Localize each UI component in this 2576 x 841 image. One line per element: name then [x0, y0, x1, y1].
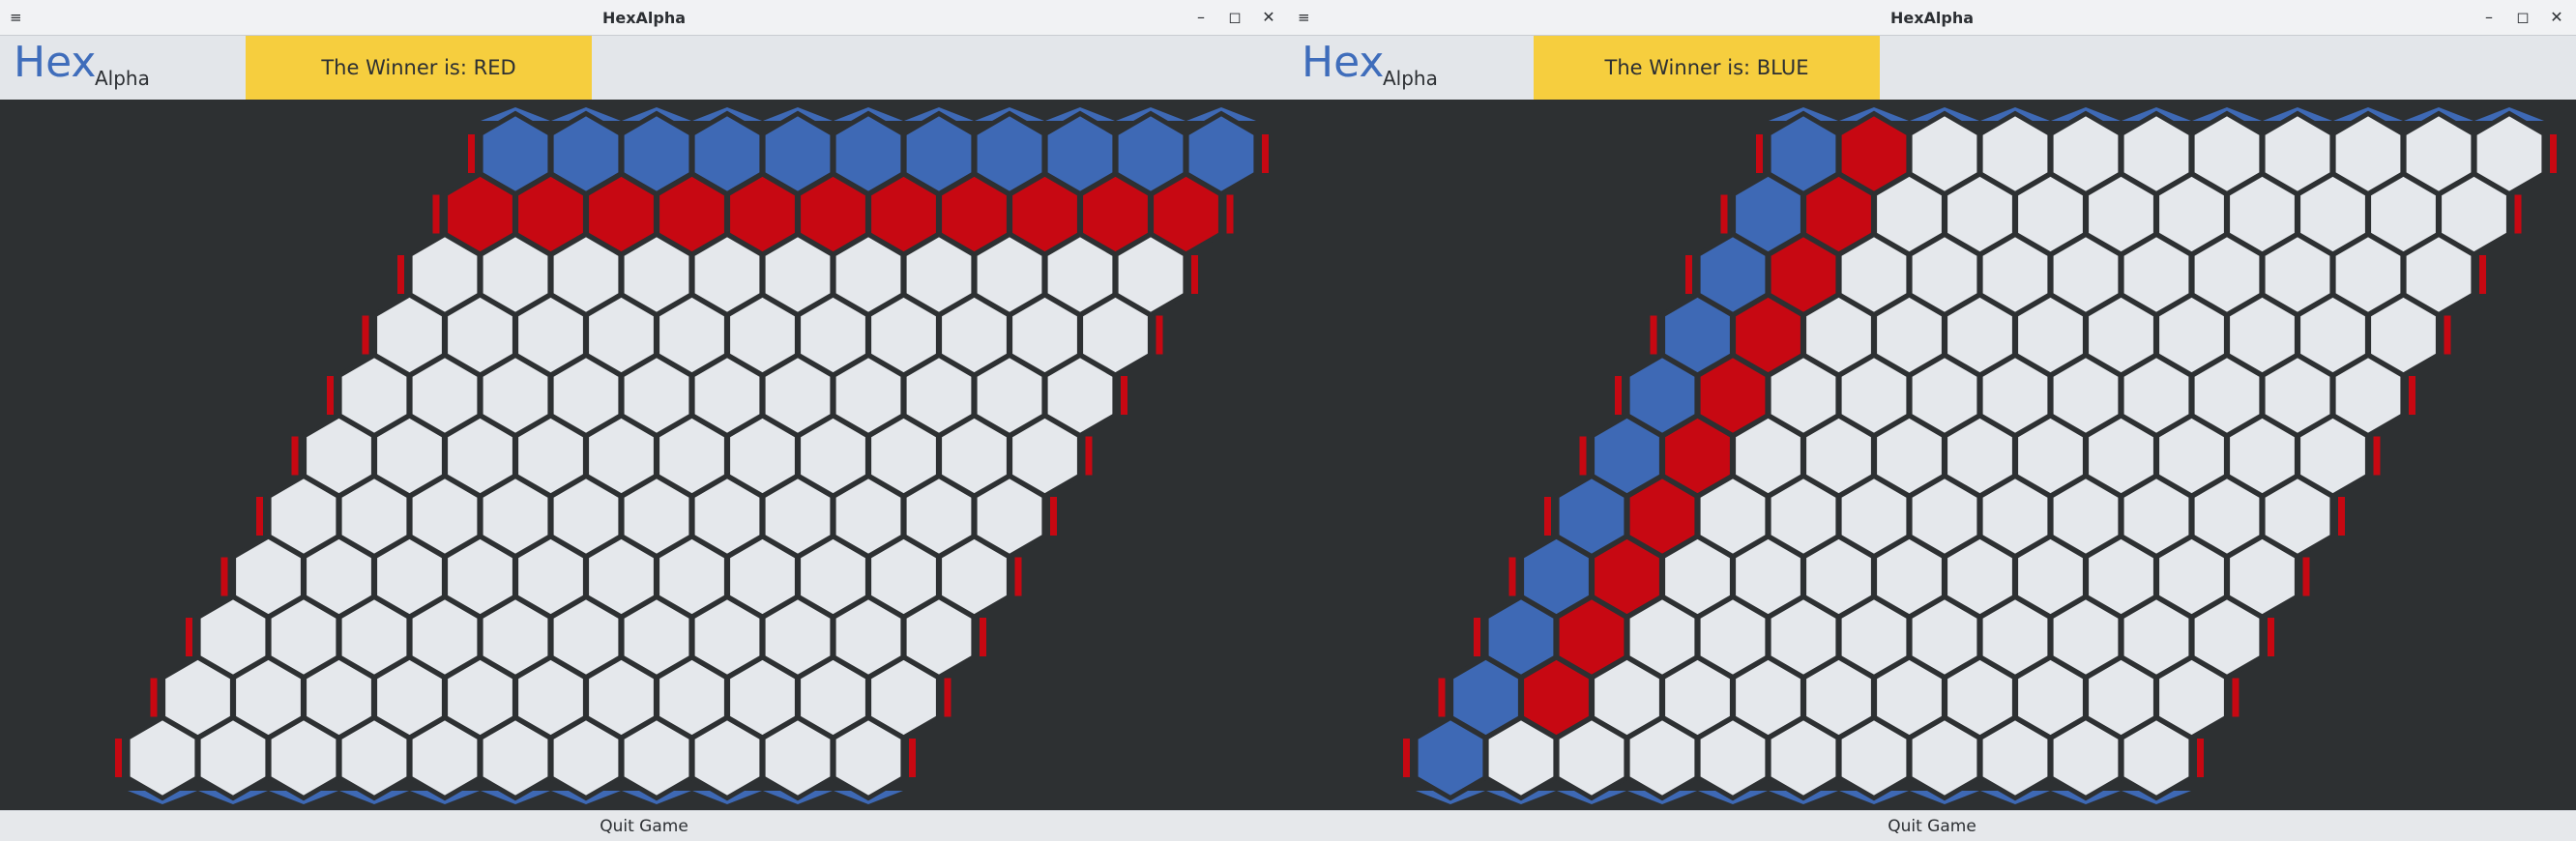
hex-cell-empty[interactable]	[760, 714, 835, 801]
red-edge-marker-right	[1226, 194, 1234, 234]
hex-cell-empty[interactable]	[831, 714, 906, 801]
red-edge-marker-left	[1650, 315, 1657, 355]
red-edge-marker-right	[2268, 618, 2274, 656]
header: Hex Alpha The Winner is: BLUE	[1288, 36, 2576, 100]
hex-cell-empty[interactable]	[1625, 714, 1700, 801]
red-edge-marker-right	[2373, 436, 2381, 476]
red-edge-marker-right	[2550, 134, 2557, 173]
red-edge-marker-right	[944, 678, 951, 717]
game-window-2: ≡ HexAlpha – ◻ ✕ Hex Alpha The Winner is…	[1288, 0, 2576, 841]
red-edge-marker-left	[291, 436, 299, 476]
minimize-icon[interactable]: –	[2478, 7, 2500, 28]
red-edge-marker-left	[1474, 618, 1480, 656]
red-edge-marker-right	[2232, 678, 2239, 717]
minimize-icon[interactable]: –	[1190, 7, 1212, 28]
hex-cell-empty[interactable]	[548, 714, 624, 801]
red-edge-marker-left	[468, 134, 475, 173]
hex-cell-empty[interactable]	[1977, 714, 2053, 801]
hex-board[interactable]	[1288, 100, 2576, 810]
red-edge-marker-left	[256, 497, 263, 536]
title-bar[interactable]: ≡ HexAlpha – ◻ ✕	[1288, 0, 2576, 36]
winner-banner: The Winner is: RED	[246, 36, 592, 100]
winner-banner: The Winner is: BLUE	[1534, 36, 1880, 100]
red-edge-marker-left	[1615, 376, 1622, 415]
red-edge-marker-left	[1508, 557, 1516, 596]
red-edge-marker-left	[362, 315, 369, 355]
close-icon[interactable]: ✕	[2546, 7, 2567, 28]
red-edge-marker-left	[1403, 739, 1410, 777]
red-edge-marker-right	[980, 618, 986, 656]
hex-cell-blue[interactable]	[1413, 714, 1488, 801]
red-edge-marker-left	[397, 255, 404, 294]
red-edge-marker-right	[2338, 497, 2345, 536]
red-edge-marker-right	[2479, 255, 2486, 294]
red-edge-marker-left	[432, 194, 440, 234]
close-icon[interactable]: ✕	[1258, 7, 1279, 28]
footer: Quit Game	[1288, 810, 2576, 841]
red-edge-marker-left	[1544, 497, 1551, 536]
red-edge-marker-right	[1156, 315, 1163, 355]
red-edge-marker-left	[1720, 194, 1728, 234]
maximize-icon[interactable]: ◻	[1224, 7, 1245, 28]
red-edge-marker-left	[1756, 134, 1763, 173]
hex-cell-empty[interactable]	[1695, 714, 1771, 801]
red-edge-marker-left	[220, 557, 228, 596]
red-edge-marker-right	[1121, 376, 1127, 415]
logo-alpha-text: Alpha	[1383, 67, 1438, 90]
red-edge-marker-right	[2302, 557, 2310, 596]
red-edge-marker-right	[1191, 255, 1198, 294]
logo-alpha-text: Alpha	[95, 67, 150, 90]
hex-cell-empty[interactable]	[2119, 714, 2194, 801]
hex-cell-empty[interactable]	[407, 714, 483, 801]
title-bar[interactable]: ≡ HexAlpha – ◻ ✕	[0, 0, 1288, 36]
maximize-icon[interactable]: ◻	[2512, 7, 2533, 28]
hex-cell-empty[interactable]	[337, 714, 412, 801]
logo-hex-text: Hex	[14, 38, 97, 87]
hex-cell-empty[interactable]	[1483, 714, 1559, 801]
red-edge-marker-left	[1685, 255, 1692, 294]
window-title: HexAlpha	[601, 9, 687, 27]
game-window-1: ≡ HexAlpha – ◻ ✕ Hex Alpha The Winner is…	[0, 0, 1288, 841]
red-edge-marker-right	[1085, 436, 1093, 476]
red-edge-marker-left	[327, 376, 334, 415]
red-edge-marker-right	[2197, 739, 2204, 777]
hex-board[interactable]	[0, 100, 1288, 810]
red-edge-marker-left	[186, 618, 192, 656]
header: Hex Alpha The Winner is: RED	[0, 36, 1288, 100]
hex-cell-empty[interactable]	[478, 714, 553, 801]
hex-cell-empty[interactable]	[195, 714, 271, 801]
red-edge-marker-right	[1014, 557, 1022, 596]
red-edge-marker-right	[2514, 194, 2522, 234]
hex-cell-empty[interactable]	[1836, 714, 1912, 801]
hex-cell-empty[interactable]	[619, 714, 694, 801]
window-title: HexAlpha	[1889, 9, 1975, 27]
hex-cell-empty[interactable]	[1907, 714, 1982, 801]
red-edge-marker-right	[1050, 497, 1057, 536]
hex-cell-empty[interactable]	[2048, 714, 2123, 801]
red-edge-marker-right	[1262, 134, 1269, 173]
hex-cell-empty[interactable]	[689, 714, 765, 801]
hex-cell-empty[interactable]	[1554, 714, 1629, 801]
quit-game-button[interactable]: Quit Game	[1288, 811, 2576, 841]
footer: Quit Game	[0, 810, 1288, 841]
quit-game-button[interactable]: Quit Game	[0, 811, 1288, 841]
red-edge-marker-left	[1579, 436, 1587, 476]
red-edge-marker-right	[909, 739, 916, 777]
hex-cell-empty[interactable]	[125, 714, 200, 801]
red-edge-marker-left	[150, 678, 158, 717]
red-edge-marker-right	[2444, 315, 2451, 355]
red-edge-marker-left	[1438, 678, 1446, 717]
hex-cell-empty[interactable]	[266, 714, 341, 801]
hex-cell-empty[interactable]	[1766, 714, 1841, 801]
logo-hex-text: Hex	[1302, 38, 1385, 87]
red-edge-marker-left	[115, 739, 122, 777]
red-edge-marker-right	[2409, 376, 2415, 415]
